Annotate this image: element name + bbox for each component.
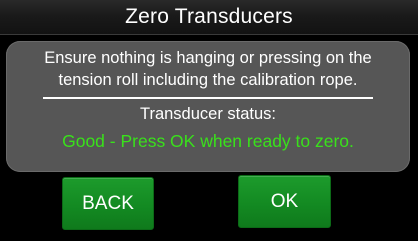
transducer-status-label: Transducer status: [139, 105, 277, 123]
transducer-status-value: Good - Press OK when ready to zero. [62, 131, 354, 151]
back-button-label: BACK [82, 192, 134, 214]
ok-button-label: OK [270, 190, 299, 212]
instruction-text: Ensure nothing is hanging or pressing on… [12, 47, 404, 91]
message-panel: Ensure nothing is hanging or pressing on… [6, 41, 410, 172]
ok-button[interactable]: OK [238, 175, 331, 228]
zero-transducers-screen: Zero Transducers Ensure nothing is hangi… [0, 0, 418, 241]
instruction-line-1: Ensure nothing is hanging or pressing on… [44, 49, 372, 67]
back-button[interactable]: BACK [62, 177, 154, 230]
title-bar: Zero Transducers [0, 0, 418, 35]
instruction-line-2: tension roll including the calibration r… [58, 71, 358, 89]
divider [43, 97, 373, 99]
page-title: Zero Transducers [125, 5, 293, 28]
